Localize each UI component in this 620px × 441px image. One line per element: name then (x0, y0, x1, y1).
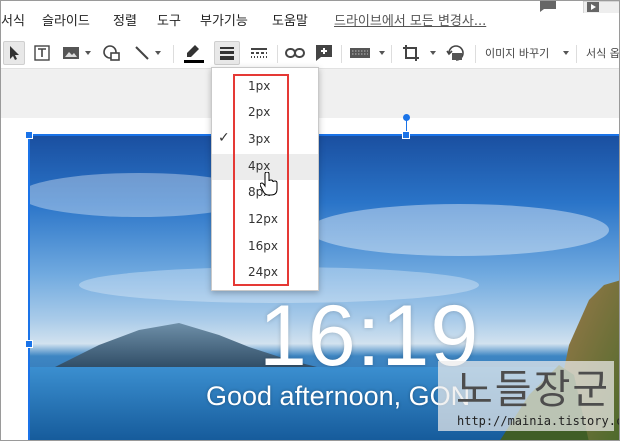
add-comment-button[interactable] (313, 41, 335, 65)
weight-option-12px[interactable]: 12px (212, 207, 318, 233)
link-icon (285, 48, 305, 58)
menu-slide[interactable]: 슬라이드 (42, 10, 90, 29)
replace-image-button[interactable]: 이미지 바꾸기 (485, 45, 549, 61)
menu-tools[interactable]: 도구 (157, 10, 181, 29)
svg-text:노들장군: 노들장군 (456, 367, 606, 411)
toolbar: 이미지 바꾸기 서식 옵 (1, 37, 619, 69)
weight-option-label: 4px (248, 159, 271, 173)
select-tool[interactable] (3, 41, 25, 65)
line-tool[interactable] (131, 41, 153, 65)
weight-option-label: 1px (248, 79, 271, 93)
greeting-text: Good afternoon, GON (206, 381, 471, 411)
weight-option-3px[interactable]: ✓ 3px (212, 127, 318, 153)
border-color-button[interactable] (182, 41, 206, 65)
weight-option-2px[interactable]: 2px (212, 100, 318, 126)
toolbar-divider (341, 45, 342, 63)
reset-image-button[interactable] (444, 41, 468, 65)
line-dropdown-caret[interactable] (155, 51, 161, 55)
reset-image-icon (446, 45, 464, 61)
add-comment-icon (316, 45, 332, 61)
input-tools-caret[interactable] (379, 51, 385, 55)
weight-option-label: 3px (248, 132, 271, 146)
menu-help[interactable]: 도움말 (272, 10, 308, 29)
line-weight-icon (220, 47, 234, 60)
toolbar-divider (475, 45, 476, 63)
pointer-icon (10, 46, 19, 60)
toolbar-divider (576, 45, 577, 63)
border-dash-button[interactable] (247, 41, 271, 65)
weight-option-label: 16px (248, 239, 278, 253)
keyboard-icon (350, 48, 370, 58)
menu-bar: 서식 슬라이드 정렬 도구 부가기능 도움말 드라이브에서 모든 변경사... (1, 1, 620, 37)
weight-option-16px[interactable]: 16px (212, 234, 318, 260)
textbox-tool[interactable] (31, 41, 53, 65)
weight-option-1px[interactable]: 1px (212, 74, 318, 100)
hand-cursor-icon (260, 172, 278, 196)
crop-dropdown-caret[interactable] (430, 51, 436, 55)
toolbar-divider (277, 45, 278, 63)
image-tool[interactable] (61, 41, 81, 65)
weight-option-label: 12px (248, 212, 278, 226)
present-button[interactable] (583, 1, 620, 13)
toolbar-divider (173, 45, 174, 63)
crop-icon (403, 45, 419, 61)
screenshot-root: 서식 슬라이드 정렬 도구 부가기능 도움말 드라이브에서 모든 변경사... (0, 0, 620, 441)
resize-handle-left[interactable] (25, 340, 33, 348)
crop-image-button[interactable] (399, 41, 423, 65)
weight-option-24px[interactable]: 24px (212, 260, 318, 286)
resize-handle-top-left[interactable] (25, 131, 33, 139)
line-dash-icon (251, 48, 267, 58)
resize-handle-top[interactable] (402, 131, 410, 139)
replace-image-caret[interactable] (563, 51, 569, 55)
menu-format[interactable]: 서식 (1, 10, 25, 29)
rotate-handle[interactable] (403, 114, 410, 121)
comment-icon[interactable] (538, 1, 558, 13)
image-dropdown-caret[interactable] (85, 51, 91, 55)
insert-link-button[interactable] (283, 41, 307, 65)
drive-changes-link[interactable]: 드라이브에서 모든 변경사... (334, 10, 486, 29)
textbox-icon (34, 45, 50, 61)
checkmark-icon: ✓ (218, 130, 230, 146)
shape-tool[interactable] (101, 41, 123, 65)
border-weight-button[interactable] (214, 41, 240, 65)
shape-icon (103, 45, 120, 61)
watermark-url: http://mainia.tistory.com (457, 414, 620, 428)
format-options-button[interactable]: 서식 옵 (586, 45, 619, 61)
image-icon (63, 47, 79, 59)
watermark-logo: 노들장군 (456, 367, 606, 411)
input-tools-button[interactable] (347, 41, 373, 65)
menu-addons[interactable]: 부가기능 (200, 10, 248, 29)
pencil-icon (184, 45, 204, 63)
line-icon (135, 46, 149, 60)
weight-option-label: 24px (248, 265, 278, 279)
menu-arrange[interactable]: 정렬 (113, 10, 137, 29)
weight-option-label: 2px (248, 105, 271, 119)
toolbar-divider (391, 45, 392, 63)
